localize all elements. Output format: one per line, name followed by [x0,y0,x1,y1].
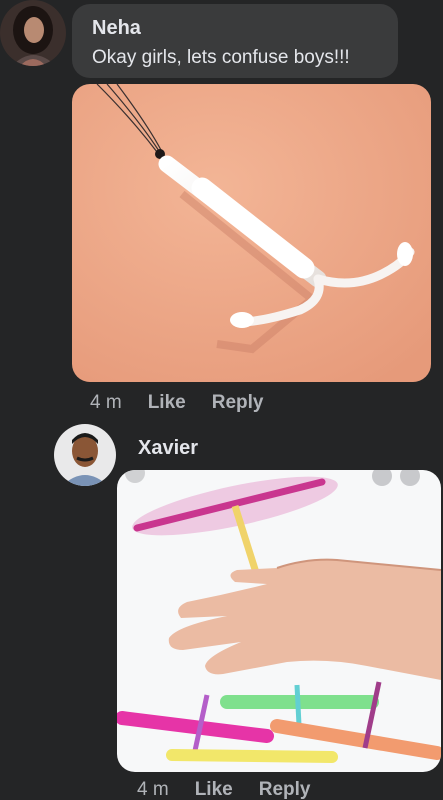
xavier-comment-image[interactable] [117,470,441,772]
like-button[interactable]: Like [195,779,233,800]
like-button[interactable]: Like [148,392,186,414]
xavier-avatar[interactable] [54,424,116,486]
comment-timestamp[interactable]: 4 m [137,779,169,800]
comment-timestamp[interactable]: 4 m [90,392,122,414]
comment-actions: 4 m Like Reply [137,779,310,800]
comment-author-name[interactable]: Xavier [138,437,198,460]
neha-avatar[interactable] [0,0,66,66]
comment-actions: 4 m Like Reply [90,392,263,414]
reply-button[interactable]: Reply [212,392,264,414]
comment-text: Okay girls, lets confuse boys!!! [92,47,350,68]
neha-comment-image[interactable] [72,84,431,382]
reply-button[interactable]: Reply [259,779,311,800]
comment-author-name[interactable]: Neha [92,17,141,40]
